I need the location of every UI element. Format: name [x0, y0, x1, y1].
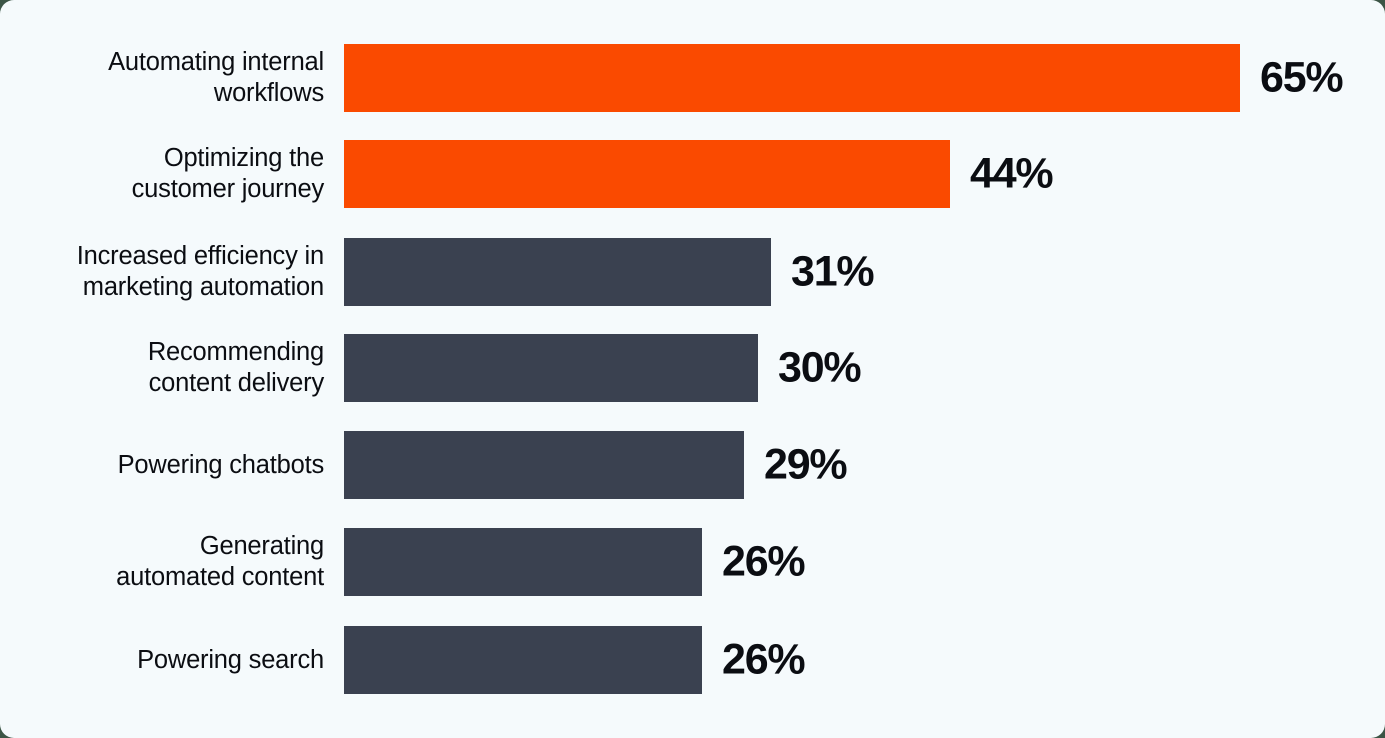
bar-track: 44% — [344, 140, 1054, 208]
bar-value-label: 31% — [791, 247, 875, 296]
bar-category-label: Generating automated content — [116, 532, 324, 591]
bar-row: Generating automated content 26% — [0, 528, 1385, 596]
bar-fill — [344, 140, 950, 208]
bar-value-label: 26% — [722, 537, 806, 586]
bar-row: Automating internal workflows 65% — [0, 44, 1385, 112]
bar-fill — [344, 626, 702, 694]
bar-fill — [344, 334, 758, 402]
bar-track: 65% — [344, 44, 1344, 112]
bar-value-label: 29% — [764, 440, 848, 489]
bar-track: 26% — [344, 528, 806, 596]
bar-category-label: Powering chatbots — [117, 450, 325, 479]
bar-value-label: 44% — [970, 149, 1054, 198]
bar-fill — [344, 238, 771, 306]
bar-fill — [344, 528, 702, 596]
bar-category-label: Increased efficiency in marketing automa… — [76, 242, 324, 301]
bar-category-label: Optimizing the customer journey — [131, 144, 325, 203]
bar-row: Increased efficiency in marketing automa… — [0, 238, 1385, 306]
bar-value-label: 26% — [722, 635, 806, 684]
bar-fill — [344, 44, 1240, 112]
bar-chart-plot-area: Automating internal workflows 65% Optimi… — [0, 0, 1385, 738]
bar-row: Optimizing the customer journey 44% — [0, 140, 1385, 208]
bar-row: Powering chatbots 29% — [0, 431, 1385, 499]
bar-track: 29% — [344, 431, 848, 499]
bar-fill — [344, 431, 744, 499]
bar-category-label: Recommending content delivery — [147, 338, 324, 397]
bar-track: 26% — [344, 626, 806, 694]
bar-track: 30% — [344, 334, 862, 402]
bar-category-label: Automating internal workflows — [108, 48, 324, 107]
bar-value-label: 30% — [778, 343, 862, 392]
bar-row: Powering search 26% — [0, 626, 1385, 694]
bar-value-label: 65% — [1260, 53, 1344, 102]
bar-category-label: Powering search — [137, 645, 324, 674]
bar-row: Recommending content delivery 30% — [0, 334, 1385, 402]
bar-chart-card: Automating internal workflows 65% Optimi… — [0, 0, 1385, 738]
bar-track: 31% — [344, 238, 875, 306]
